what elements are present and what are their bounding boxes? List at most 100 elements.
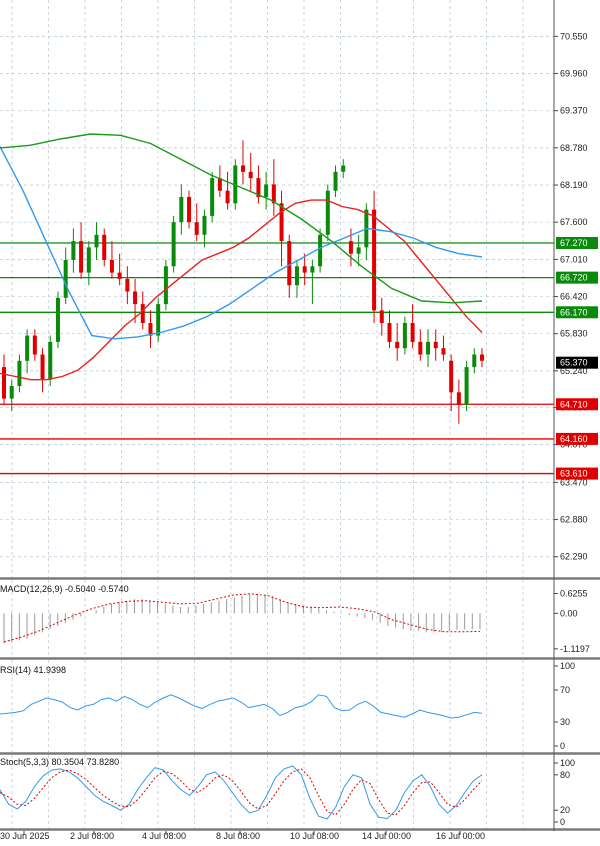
price-level-tag-label: 64.710 <box>560 399 588 409</box>
price-level-tag-label: 66.720 <box>560 273 588 283</box>
candle-body <box>156 304 161 336</box>
stoch-title: Stoch(5,3,3) 80.3504 73.8280 <box>0 757 119 767</box>
candle-body <box>302 266 307 273</box>
candle-body <box>133 291 138 305</box>
candle-body <box>379 310 384 323</box>
candle-body <box>202 215 207 235</box>
candle-body <box>433 341 438 349</box>
candle-body <box>318 234 323 267</box>
candle-body <box>125 278 130 292</box>
candle-body <box>410 323 415 342</box>
candle-body <box>179 197 184 223</box>
candle-body <box>356 247 361 254</box>
candle-body <box>241 165 245 172</box>
time-axis-tick-label: 10 Jul 08:00 <box>290 831 339 841</box>
rsi-axis-tick-label: 100 <box>560 661 575 671</box>
candle-body <box>464 367 469 405</box>
macd-axis-tick-label: -1.1197 <box>560 644 590 654</box>
candle-body <box>348 241 353 254</box>
candle-body <box>2 367 6 399</box>
price-axis-tick-label: 62.290 <box>560 552 588 562</box>
time-axis-tick-label: 16 Jul 00:00 <box>436 831 485 841</box>
time-axis-tick-label: 4 Jul 08:00 <box>142 831 186 841</box>
candle-body <box>48 341 53 380</box>
price-axis-tick-label: 66.420 <box>560 292 588 302</box>
price-level-tag-label: 64.160 <box>560 434 588 444</box>
candle-body <box>32 335 37 355</box>
candle-body <box>264 184 269 197</box>
candle-body <box>9 386 14 399</box>
candle-body <box>40 354 45 380</box>
candle-body <box>472 354 477 368</box>
candle-body <box>140 304 145 323</box>
macd-axis-tick-label: 0.6255 <box>560 589 588 599</box>
candle-body <box>480 354 484 361</box>
stoch-axis-tick-label: 100 <box>560 758 575 768</box>
rsi-title: RSI(14) 41.9398 <box>0 665 66 675</box>
candle-body <box>109 260 114 273</box>
price-axis-tick-label: 70.550 <box>560 31 588 41</box>
price-axis-tick-label: 68.780 <box>560 143 588 153</box>
rsi-axis-tick-label: 30 <box>560 717 570 727</box>
candle-body <box>372 209 377 311</box>
candle-body <box>402 323 407 349</box>
price-axis-tick-label: 69.960 <box>560 69 588 79</box>
candle-body <box>441 348 446 355</box>
price-level-tag-label: 63.610 <box>560 469 588 479</box>
macd-axis-tick-label: 0.00 <box>560 608 578 618</box>
candle-body <box>163 266 168 305</box>
candle-body <box>187 197 192 223</box>
candle-body <box>94 234 99 248</box>
macd-title: MACD(12,26,9) -0.5040 -0.5740 <box>0 584 129 594</box>
candle-body <box>17 360 22 386</box>
time-axis-tick-label: 8 Jul 08:00 <box>216 831 260 841</box>
candle-body <box>63 260 68 298</box>
candle-body <box>426 341 431 355</box>
candle-body <box>194 222 199 235</box>
stoch-axis-tick-label: 20 <box>560 805 570 815</box>
price-level-tag-label: 66.170 <box>560 307 588 317</box>
candle-body <box>325 190 330 235</box>
candle-body <box>55 297 60 342</box>
candle-body <box>25 335 30 361</box>
time-axis-tick-label: 2 Jul 08:00 <box>70 831 114 841</box>
rsi-panel-bg <box>0 660 554 752</box>
candle-body <box>79 241 84 273</box>
candle-body <box>86 247 91 273</box>
candle-body <box>210 178 215 216</box>
candle-body <box>248 171 253 179</box>
candle-body <box>333 171 338 191</box>
time-axis-tick-label: 30 Jun 2025 <box>0 831 50 841</box>
price-axis-tick-label: 62.880 <box>560 515 588 525</box>
rsi-axis-tick-label: 0 <box>560 741 565 751</box>
candle-body <box>71 241 76 260</box>
candle-body <box>456 392 461 405</box>
price-axis-tick-label: 68.190 <box>560 180 588 190</box>
candle-body <box>449 360 454 393</box>
price-axis-tick-label: 67.010 <box>560 254 588 264</box>
price-axis-tick-label: 67.600 <box>560 217 588 227</box>
stoch-axis-tick-label: 80 <box>560 770 570 780</box>
candle-body <box>395 341 400 349</box>
price-panel-bg <box>0 0 554 577</box>
candle-body <box>287 241 292 286</box>
candle-body <box>171 222 176 267</box>
candle-body <box>310 266 315 273</box>
stoch-axis-tick-label: 0 <box>560 817 565 827</box>
chart-canvas: 70.550 69.960 69.370 68.780 68.190 67.600 67.0… <box>0 0 600 841</box>
candle-body <box>225 190 230 204</box>
price-level-tag-label: 67.270 <box>560 238 588 248</box>
candle-body <box>418 341 423 355</box>
candle-body <box>294 266 299 286</box>
candle-body <box>102 234 107 260</box>
candle-body <box>117 272 122 279</box>
candle-body <box>279 203 284 242</box>
candle-body <box>341 165 346 172</box>
candle-body <box>387 323 392 342</box>
last-price-label: 65.370 <box>560 358 588 368</box>
time-axis-tick-label: 14 Jul 00:00 <box>362 831 411 841</box>
price-axis-tick-label: 65.830 <box>560 329 588 339</box>
trading-chart: 70.550 69.960 69.370 68.780 68.190 67.600 67.0… <box>0 0 600 846</box>
price-axis-tick-label: 69.370 <box>560 106 588 116</box>
rsi-axis-tick-label: 70 <box>560 685 570 695</box>
